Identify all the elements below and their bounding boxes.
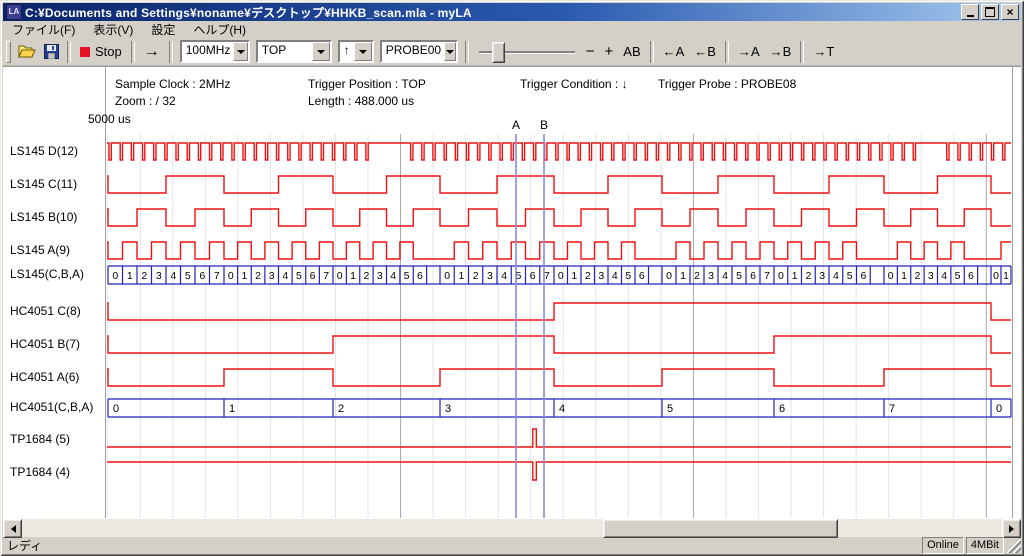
status-ready-text: レディ — [3, 537, 920, 554]
menu-settings[interactable]: 設定 — [142, 20, 184, 39]
trigger-edge-value: ↑ — [340, 42, 353, 61]
run-arrow-icon: → — [144, 43, 160, 61]
channel-label-tp1684-5: TP1684 (5) — [10, 432, 70, 446]
toolbar-separator — [131, 41, 135, 63]
sample-clock-value: 100MHz — [182, 42, 234, 61]
toolbar: Stop → 100MHz TOP ↑ PROBE00 − + AB ←A — [3, 38, 1021, 66]
trigger-probe-select[interactable]: PROBE00 — [380, 40, 458, 63]
toolbar-separator — [67, 41, 71, 63]
minimize-button[interactable] — [961, 4, 979, 20]
scroll-left-icon — [7, 525, 16, 533]
horizontal-scrollbar[interactable] — [3, 519, 1021, 537]
cursor-b-label[interactable]: B — [537, 118, 551, 132]
info-trigger-probe: Trigger Probe : PROBE08 — [658, 77, 796, 91]
scroll-right-icon — [1009, 525, 1018, 533]
info-sample-clock: Sample Clock : 2MHz — [115, 77, 230, 91]
trigger-edge-select[interactable]: ↑ — [338, 40, 374, 63]
stop-label: Stop — [95, 44, 122, 59]
channel-label-ls145-c: LS145 C(11) — [10, 177, 77, 191]
time-scale-label: 5000 us — [88, 112, 131, 126]
stop-button[interactable]: Stop — [75, 41, 127, 63]
sample-clock-select[interactable]: 100MHz — [180, 40, 250, 63]
channel-label-hc4051-c: HC4051 C(8) — [10, 304, 81, 318]
close-button[interactable]: × — [1001, 4, 1019, 20]
dropdown-arrow-icon[interactable] — [444, 42, 456, 61]
scroll-right-button[interactable] — [1002, 519, 1021, 538]
open-folder-icon — [18, 44, 37, 59]
toolbar-separator — [800, 41, 804, 63]
resize-grip[interactable] — [1007, 539, 1021, 553]
channel-label-ls145-a: LS145 A(9) — [10, 243, 70, 257]
window-controls: × — [961, 4, 1019, 20]
zoom-ab-button[interactable]: AB — [618, 41, 645, 63]
status-bar: レディ Online 4MBit — [3, 538, 1021, 553]
channel-label-ls145-b: LS145 B(10) — [10, 210, 77, 224]
zoom-slider-thumb[interactable] — [492, 42, 505, 63]
channel-label-ls145-d: LS145 D(12) — [10, 144, 78, 158]
status-memory-badge: 4MBit — [966, 537, 1004, 554]
toolbar-separator — [650, 41, 654, 63]
menu-file[interactable]: ファイル(F) — [3, 20, 84, 39]
open-file-button[interactable] — [15, 41, 39, 63]
menu-view[interactable]: 表示(V) — [84, 20, 142, 39]
channel-label-ls145-bus: LS145(C,B,A) — [10, 267, 84, 281]
channel-label-hc4051-b: HC4051 B(7) — [10, 337, 80, 351]
status-online-badge: Online — [922, 537, 964, 554]
channel-label-hc4051-bus: HC4051(C,B,A) — [10, 400, 93, 414]
waveform-client-area — [3, 66, 1021, 519]
zoom-out-button[interactable]: − — [581, 41, 600, 63]
minimize-icon — [967, 15, 974, 17]
menu-bar: ファイル(F) 表示(V) 設定 ヘルプ(H) — [3, 21, 1021, 38]
title-bar: LA C:¥Documents and Settings¥noname¥デスクト… — [3, 3, 1021, 21]
channel-label-hc4051-a: HC4051 A(6) — [10, 370, 79, 384]
toolbar-grip — [6, 41, 11, 63]
zoom-slider[interactable] — [479, 41, 575, 63]
cursor-b-right-button[interactable]: →B — [765, 41, 797, 63]
dropdown-arrow-icon[interactable] — [354, 42, 372, 61]
scroll-left-button[interactable] — [3, 519, 22, 538]
trigger-position-value: TOP — [258, 42, 289, 61]
toolbar-separator — [725, 41, 729, 63]
scrollbar-thumb[interactable] — [603, 519, 838, 538]
channel-label-tp1684-4: TP1684 (4) — [10, 465, 70, 479]
info-zoom: Zoom : / 32 — [115, 94, 176, 108]
toolbar-separator — [169, 41, 173, 63]
maximize-icon — [985, 7, 995, 17]
zoom-in-button[interactable]: + — [600, 41, 619, 63]
menu-help[interactable]: ヘルプ(H) — [184, 20, 255, 39]
cursor-a-label[interactable]: A — [509, 118, 523, 132]
info-length: Length : 488.000 us — [308, 94, 414, 108]
close-icon: × — [1006, 7, 1013, 17]
cursor-a-right-button[interactable]: →A — [733, 41, 765, 63]
trigger-probe-value: PROBE00 — [382, 42, 444, 61]
trigger-position-select[interactable]: TOP — [256, 40, 332, 63]
app-icon: LA — [6, 4, 22, 20]
maximize-button[interactable] — [981, 4, 999, 20]
dropdown-arrow-icon[interactable] — [312, 42, 330, 61]
cursor-b-left-button[interactable]: ←B — [689, 41, 721, 63]
dropdown-arrow-icon[interactable] — [233, 42, 247, 61]
save-floppy-icon — [44, 44, 59, 59]
info-trigger-position: Trigger Position : TOP — [308, 77, 426, 91]
info-trigger-condition: Trigger Condition : ↓ — [520, 77, 628, 91]
run-button[interactable]: → — [139, 41, 165, 63]
toolbar-separator — [465, 41, 469, 63]
cursor-a-left-button[interactable]: ←A — [658, 41, 690, 63]
stop-icon — [80, 47, 90, 57]
window-title: C:¥Documents and Settings¥noname¥デスクトップ¥… — [25, 4, 957, 21]
goto-trigger-button[interactable]: →T — [808, 41, 839, 63]
save-file-button[interactable] — [39, 41, 63, 63]
